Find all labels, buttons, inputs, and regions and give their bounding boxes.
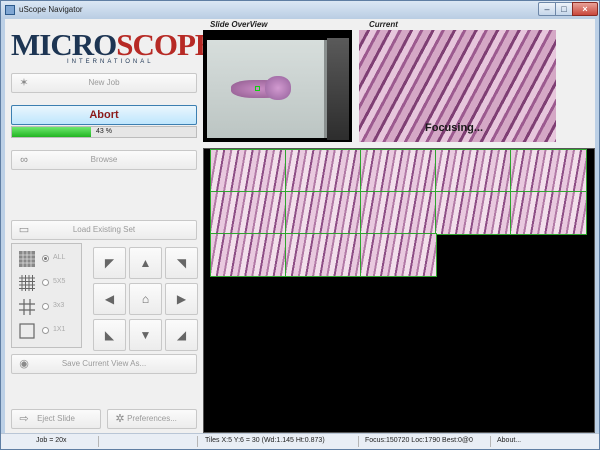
scanned-tile[interactable] [510, 149, 587, 193]
move-left-button[interactable]: ◀ [93, 283, 126, 315]
status-bar: Job = 20x Tiles X:5 Y:6 = 30 (Wd:1.145 H… [1, 433, 599, 449]
move-down-left-button[interactable]: ◣ [93, 319, 126, 351]
grid-option-5x5[interactable]: 5X5 [16, 272, 80, 294]
browse-button[interactable]: ∞ Browse [11, 150, 197, 170]
about-link[interactable]: About... [497, 437, 521, 444]
logo-wordmark: MICROSCOPES [11, 27, 232, 63]
grid-option-1x1-label: 1X1 [53, 326, 66, 333]
abort-button[interactable]: Abort [11, 105, 197, 125]
new-job-label: New Job [88, 78, 120, 87]
close-button[interactable]: × [572, 2, 598, 16]
scanned-tile[interactable] [435, 149, 512, 193]
scanned-tile[interactable] [210, 191, 287, 235]
current-view-panel: Focusing... [359, 30, 556, 142]
logo-subtitle: INTERNATIONAL [67, 59, 154, 65]
binoculars-icon: ∞ [20, 154, 28, 166]
move-up-left-button[interactable]: ◤ [93, 247, 126, 279]
load-existing-set-button[interactable]: ▭ Load Existing Set [11, 220, 197, 240]
preferences-button[interactable]: ✲ Preferences... [107, 409, 197, 429]
tile-mosaic-view[interactable] [203, 148, 595, 433]
grid-option-3x3-label: 3x3 [53, 302, 65, 309]
gear-icon: ✲ [115, 413, 125, 425]
progress-percent: 43 % [96, 128, 112, 135]
slide-overview-panel[interactable] [203, 30, 352, 142]
current-label: Current [369, 20, 398, 29]
scanned-tile[interactable] [360, 233, 437, 277]
app-icon [5, 5, 15, 15]
grid-3x3-icon [19, 299, 35, 315]
disk-icon: ◉ [19, 358, 29, 370]
wand-icon: ✶ [19, 77, 29, 89]
grid-option-5x5-label: 5X5 [53, 278, 66, 285]
scanned-tile[interactable] [360, 191, 437, 235]
title-bar: uScope Navigator – □ × [1, 1, 599, 19]
tissue-section-lobe [265, 76, 291, 100]
new-job-button[interactable]: ✶ New Job [11, 73, 197, 93]
grid-option-1x1[interactable]: 1X1 [16, 320, 80, 342]
app-window: uScope Navigator – □ × MICROSCOPES INTER… [0, 0, 600, 450]
save-current-view-button[interactable]: ◉ Save Current View As... [11, 354, 197, 374]
move-down-right-button[interactable]: ◢ [165, 319, 198, 351]
scanned-tile[interactable] [435, 191, 512, 235]
radio-all[interactable] [42, 255, 49, 262]
grid-all-icon [19, 251, 35, 267]
grid-option-3x3[interactable]: 3x3 [16, 296, 80, 318]
browse-label: Browse [90, 155, 118, 164]
client-area: MICROSCOPES INTERNATIONAL ✶ New Job Abor… [5, 19, 595, 433]
scanned-tile[interactable] [210, 149, 287, 193]
grid-5x5-icon [19, 275, 35, 291]
load-existing-label: Load Existing Set [72, 225, 136, 234]
save-view-label: Save Current View As... [61, 359, 147, 368]
move-down-button[interactable]: ▼ [129, 319, 162, 351]
grid-1x1-icon [19, 323, 35, 339]
scanned-tile[interactable] [210, 233, 287, 277]
radio-5x5[interactable] [42, 279, 49, 286]
status-separator [197, 436, 198, 447]
radio-1x1[interactable] [42, 327, 49, 334]
home-button[interactable]: ⌂ [129, 283, 162, 315]
status-separator [358, 436, 359, 447]
logo-text-a: MICRO [11, 27, 117, 62]
eject-icon: ⇨ [19, 413, 29, 425]
status-focus: Focus:150720 Loc:1790 Best:0@0 [365, 437, 473, 444]
grid-size-selector: ALL 5X5 3x3 1X1 [11, 243, 82, 348]
company-logo: MICROSCOPES INTERNATIONAL [11, 27, 232, 69]
maximize-button[interactable]: □ [555, 2, 573, 16]
status-job: Job = 20x [36, 437, 67, 444]
grid-option-all[interactable]: ALL [16, 248, 80, 270]
scanned-tile[interactable] [510, 191, 587, 235]
scanned-tile[interactable] [285, 149, 362, 193]
focus-status-text: Focusing... [425, 122, 484, 134]
scan-progress-bar: 43 % [11, 126, 197, 138]
move-right-button[interactable]: ▶ [165, 283, 198, 315]
status-separator [98, 436, 99, 447]
overview-label: Slide OverView [210, 20, 268, 29]
move-up-right-button[interactable]: ◥ [165, 247, 198, 279]
scanned-tile[interactable] [285, 191, 362, 235]
abort-label: Abort [89, 109, 119, 121]
grid-option-all-label: ALL [53, 254, 66, 261]
eject-slide-button[interactable]: ⇨ Eject Slide [11, 409, 101, 429]
scanned-tile[interactable] [360, 149, 437, 193]
status-separator [490, 436, 491, 447]
scanned-tile[interactable] [285, 233, 362, 277]
minimize-button[interactable]: – [538, 2, 556, 16]
current-position-marker [255, 86, 260, 91]
slide-label-area [327, 38, 349, 140]
radio-3x3[interactable] [42, 303, 49, 310]
folder-icon: ▭ [18, 224, 30, 236]
stage-navigation-pad: ◤ ▲ ◥ ◀ ⌂ ▶ ◣ ▼ ◢ [93, 247, 199, 351]
move-up-button[interactable]: ▲ [129, 247, 162, 279]
status-tiles: Tiles X:5 Y:6 = 30 (Wd:1.145 Ht:0.873) [205, 437, 325, 444]
window-title: uScope Navigator [19, 5, 83, 14]
